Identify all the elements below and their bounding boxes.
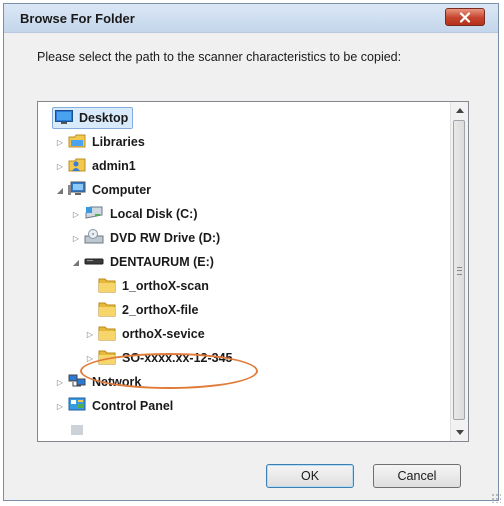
expand-arrow-icon[interactable]: ▷: [54, 378, 66, 387]
folder-icon: [98, 277, 116, 296]
tree-item-1-orthox-scan[interactable]: 1_orthoX-scan: [98, 275, 209, 297]
expand-arrow-icon[interactable]: ▷: [70, 210, 82, 219]
title-bar[interactable]: Browse For Folder: [4, 4, 498, 33]
tree-item-orthox-sevice[interactable]: ▷ orthoX-sevice: [84, 323, 205, 345]
tree-item-label: SO-xxxx.xx-12-345: [122, 351, 233, 365]
dialog-title: Browse For Folder: [20, 11, 135, 26]
tree-item-label: admin1: [92, 159, 136, 173]
tree-item-label: orthoX-sevice: [122, 327, 205, 341]
tree-item-label: DENTAURUM (E:): [110, 255, 214, 269]
instruction-text: Please select the path to the scanner ch…: [37, 50, 402, 64]
resize-grip-icon[interactable]: [491, 493, 501, 503]
tree-item-control-panel[interactable]: ▷ Control Panel: [54, 395, 173, 417]
expand-arrow-icon[interactable]: ▷: [54, 138, 66, 147]
tree-item-network[interactable]: ▷ Network: [54, 371, 141, 393]
desktop-icon: [55, 109, 73, 127]
cancel-button[interactable]: Cancel: [373, 464, 461, 488]
ok-button[interactable]: OK: [266, 464, 354, 488]
tree-item-partial: [54, 419, 92, 441]
local-disk-icon: [84, 205, 104, 223]
tree-item-label: Local Disk (C:): [110, 207, 198, 221]
recycle-bin-icon: [68, 423, 86, 438]
libraries-icon: [68, 133, 86, 151]
tree-item-dentaurum-drive[interactable]: ◢ DENTAURUM (E:): [70, 251, 214, 273]
tree-item-computer[interactable]: ◢ Computer: [54, 179, 151, 201]
tree-item-label: Network: [92, 375, 142, 389]
expand-arrow-icon[interactable]: ▷: [54, 162, 66, 171]
folder-tree-view[interactable]: Desktop ▷ Libraries ▷ admin1 ◢ Computer …: [37, 101, 469, 442]
collapse-arrow-icon[interactable]: ◢: [70, 258, 82, 267]
scroll-thumb[interactable]: [453, 120, 465, 420]
network-icon: [68, 373, 86, 391]
chevron-up-icon: [455, 108, 464, 113]
expand-arrow-icon[interactable]: ▷: [84, 330, 96, 339]
vertical-scrollbar[interactable]: [450, 102, 468, 441]
expand-arrow-icon[interactable]: ▷: [84, 354, 96, 363]
grip-icon: [457, 267, 462, 275]
scroll-down-button[interactable]: [451, 424, 468, 441]
tree-item-so-folder[interactable]: ▷ SO-xxxx.xx-12-345: [84, 347, 233, 369]
computer-icon: [68, 181, 86, 200]
close-icon: [459, 11, 471, 23]
user-folder-icon: [68, 157, 86, 175]
tree-item-admin1[interactable]: ▷ admin1: [54, 155, 136, 177]
expand-arrow-icon[interactable]: ▷: [70, 234, 82, 243]
control-panel-icon: [68, 397, 86, 415]
tree-item-desktop[interactable]: Desktop: [52, 107, 134, 129]
usb-drive-icon: [84, 255, 104, 269]
tree-item-label: Computer: [92, 183, 152, 197]
close-button[interactable]: [445, 8, 485, 26]
collapse-arrow-icon[interactable]: ◢: [54, 186, 66, 195]
tree-item-label: Desktop: [79, 111, 129, 125]
tree-item-label: 2_orthoX-file: [122, 303, 199, 317]
tree-item-label: 1_orthoX-scan: [122, 279, 209, 293]
tree-item-label: Libraries: [92, 135, 145, 149]
tree-item-local-disk[interactable]: ▷ Local Disk (C:): [70, 203, 198, 225]
tree-item-dvd-drive[interactable]: ▷ DVD RW Drive (D:): [70, 227, 220, 249]
tree-item-label: Control Panel: [92, 399, 174, 413]
tree-item-libraries[interactable]: ▷ Libraries: [54, 131, 145, 153]
expand-arrow-icon[interactable]: ▷: [54, 402, 66, 411]
tree-item-2-orthox-file[interactable]: 2_orthoX-file: [98, 299, 198, 321]
folder-icon: [98, 349, 116, 368]
folder-icon: [98, 325, 116, 344]
tree-item-label: DVD RW Drive (D:): [110, 231, 221, 245]
scroll-up-button[interactable]: [451, 102, 468, 119]
dvd-drive-icon: [84, 229, 104, 247]
folder-icon: [98, 301, 116, 320]
chevron-down-icon: [455, 430, 464, 435]
